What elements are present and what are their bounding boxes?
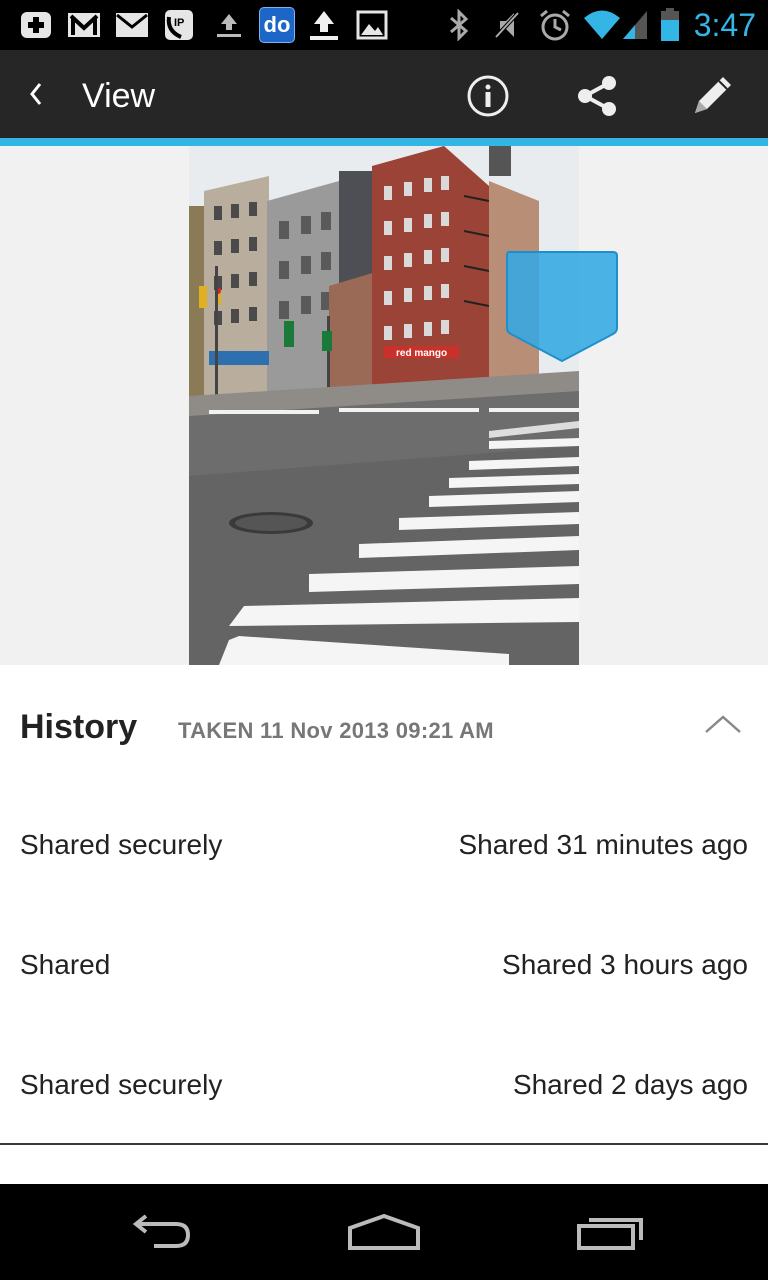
location-pin-icon [506, 251, 618, 363]
collapse-button[interactable] [700, 710, 746, 740]
signal-icon [620, 8, 650, 42]
info-button[interactable] [460, 68, 516, 124]
panel-footer [0, 1145, 768, 1184]
street-photo[interactable]: red mango [189, 146, 579, 665]
chevron-up-icon [705, 715, 741, 733]
nav-recent-apps-button[interactable] [556, 1202, 666, 1262]
mute-icon [490, 8, 524, 42]
home-icon [348, 1213, 420, 1250]
svg-text:IP: IP [174, 17, 184, 29]
action-bar-accent [0, 138, 768, 146]
share-icon [578, 76, 616, 116]
gmail-icon [66, 8, 102, 42]
action-bar: View [0, 50, 768, 138]
chevron-left-icon [30, 83, 42, 105]
history-panel: History TAKEN 11 Nov 2013 09:21 AM Share… [0, 665, 768, 1145]
app-do-icon: do [258, 7, 296, 43]
history-item[interactable]: Shared securely Shared 2 days ago [0, 1055, 768, 1115]
taken-date: TAKEN 11 Nov 2013 09:21 AM [178, 718, 494, 743]
edit-pencil-icon [695, 77, 731, 113]
wifi-icon [582, 8, 622, 42]
storefront-sign: red mango [396, 348, 447, 359]
share-button[interactable] [569, 68, 625, 124]
photo-viewer: red mango [0, 146, 768, 665]
recent-apps-icon [577, 1218, 643, 1250]
nav-home-button[interactable] [329, 1202, 439, 1262]
history-item-time: Shared 31 minutes ago [458, 829, 748, 860]
battery-icon [658, 8, 682, 42]
history-item[interactable]: Shared Shared 3 hours ago [0, 935, 768, 995]
history-item-time: Shared 3 hours ago [502, 949, 748, 980]
history-item-label: Shared securely [20, 829, 223, 860]
upload-complete-icon [306, 8, 342, 42]
status-bar: IP do 3:47 [0, 0, 768, 50]
email-icon [114, 8, 150, 42]
location-pin-marker[interactable] [505, 250, 619, 369]
app-badge-text: do [259, 7, 295, 43]
history-item[interactable]: Shared securely Shared 31 minutes ago [0, 815, 768, 875]
bluetooth-icon [444, 8, 474, 42]
alarm-icon [536, 8, 574, 42]
add-notification-icon [18, 8, 54, 42]
back-icon [132, 1214, 191, 1248]
history-item-label: Shared securely [20, 1069, 223, 1100]
edit-button[interactable] [684, 68, 740, 124]
upload-icon [212, 8, 246, 42]
up-navigation-button[interactable] [22, 74, 52, 114]
info-icon [467, 75, 509, 117]
history-item-time: Shared 2 days ago [512, 1069, 748, 1100]
history-title: History [20, 708, 138, 746]
page-title: View [82, 77, 156, 115]
history-item-label: Shared [20, 949, 111, 980]
image-icon [354, 8, 390, 42]
voicemail-icon: IP [162, 8, 196, 42]
navigation-bar [0, 1184, 768, 1280]
nav-back-button[interactable] [105, 1202, 215, 1262]
status-time: 3:47 [693, 7, 756, 43]
